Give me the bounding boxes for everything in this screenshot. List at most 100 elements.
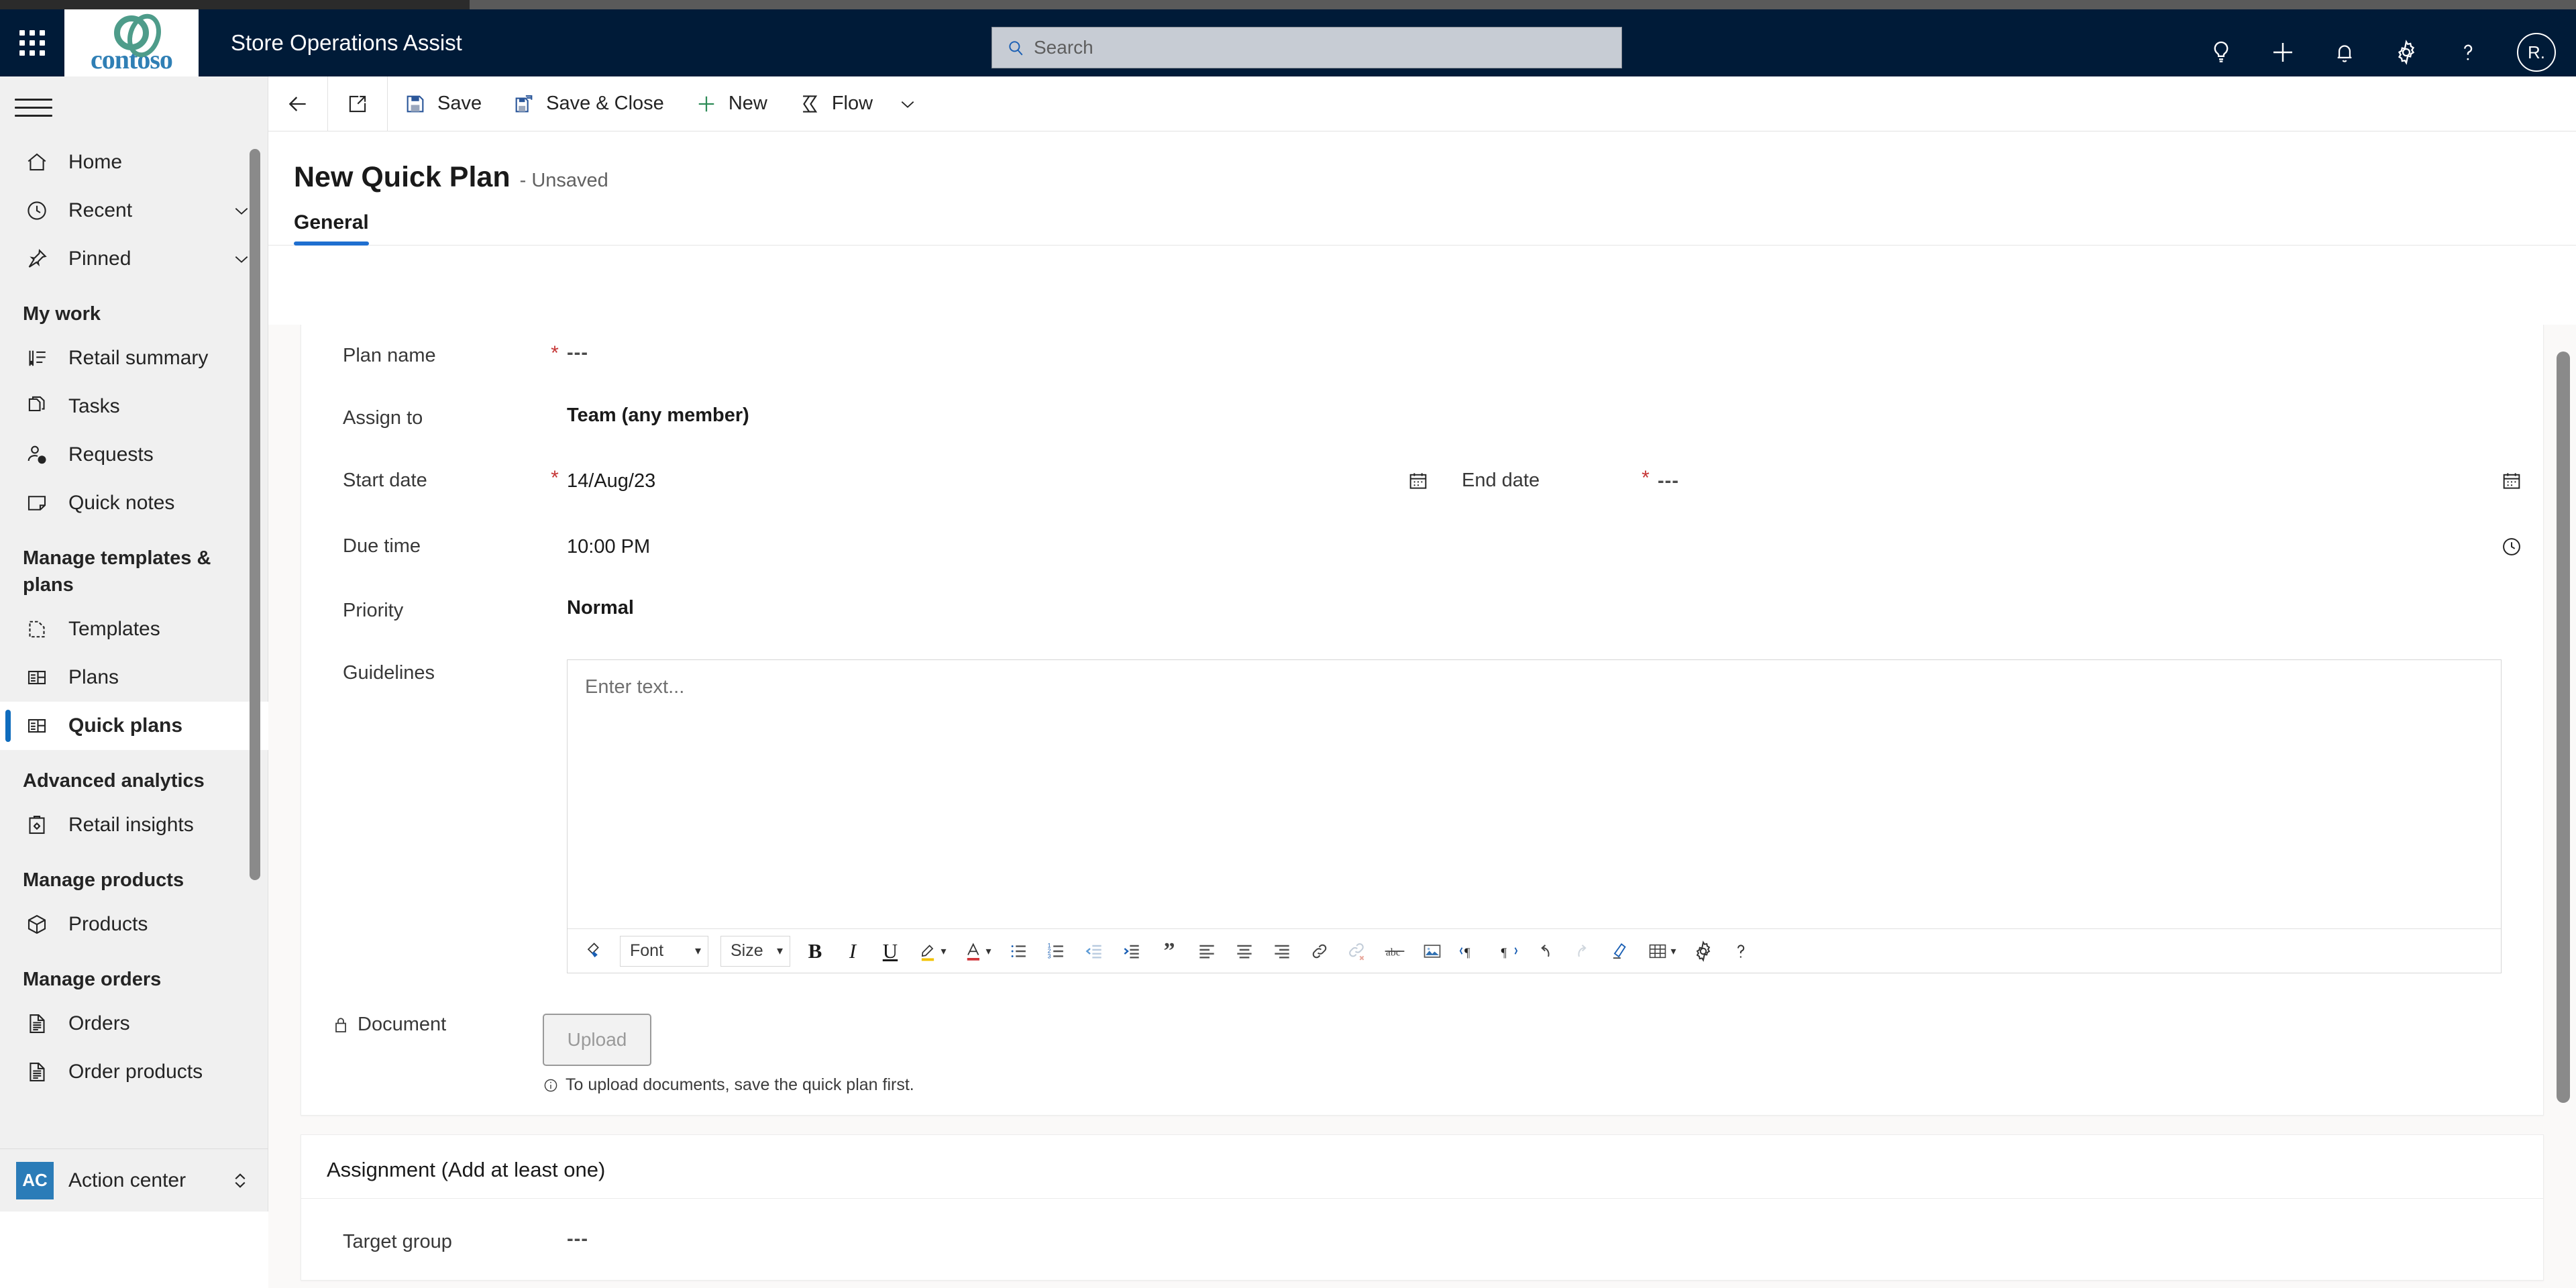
sidebar-item-requests[interactable]: ? Requests [0,431,268,479]
increase-indent-icon[interactable] [1114,933,1150,969]
remove-link-icon[interactable] [1339,933,1375,969]
field-row-document: Document Upload To upload documents, sav… [301,973,2543,1115]
assign-to-field[interactable]: Team (any member) [567,405,2543,427]
sidebar-item-label: Tasks [68,395,120,417]
plan-name-label: Plan name [343,345,436,366]
rtl-direction-icon[interactable]: ¶ [1489,933,1525,969]
quick-create-plus-icon[interactable] [2267,37,2298,68]
sidebar-item-orders[interactable]: Orders [0,1000,268,1048]
sidebar-item-quick-notes[interactable]: Quick notes [0,479,268,527]
underline-icon[interactable]: U [872,933,908,969]
sidebar-item-order-products[interactable]: Order products [0,1048,268,1096]
assignment-section-title: Assignment (Add at least one) [301,1135,2543,1199]
sidebar-item-plans[interactable]: Plans [0,653,268,702]
redo-icon[interactable] [1564,933,1601,969]
sidebar-item-quick-plans[interactable]: Quick plans [0,702,268,750]
person-question-icon: ? [23,441,51,469]
app-header: contoso Store Operations Assist Search R… [0,9,2576,76]
bold-icon[interactable]: B [797,933,833,969]
ltr-direction-icon[interactable]: ¶ [1452,933,1488,969]
decrease-indent-icon[interactable] [1076,933,1112,969]
form-scrollbar-thumb[interactable] [2557,352,2570,1103]
editor-help-icon[interactable] [1723,933,1759,969]
highlight-color-icon[interactable]: ▾ [910,933,954,969]
sidebar-item-home[interactable]: Home [0,138,268,186]
align-center-icon[interactable] [1226,933,1263,969]
new-button[interactable]: New [679,76,782,131]
bulleted-list-icon[interactable] [1001,933,1037,969]
app-launcher-button[interactable] [0,9,64,76]
undo-icon[interactable] [1527,933,1563,969]
save-and-close-button[interactable]: Save & Close [496,76,679,131]
end-date-field[interactable]: --- [1658,467,2543,495]
font-size-value: Size [731,941,763,960]
calendar-icon[interactable] [1404,467,1432,495]
contoso-logo[interactable]: contoso [64,9,199,76]
calendar-icon[interactable] [2498,467,2526,495]
page-title: New Quick Plan [294,161,511,193]
back-button[interactable] [268,76,327,131]
save-button[interactable]: Save [388,76,496,131]
upload-button[interactable]: Upload [543,1014,651,1066]
format-painter-icon[interactable] [577,933,613,969]
font-color-icon[interactable]: ▾ [955,933,1000,969]
chevron-down-icon: ▾ [694,944,701,957]
due-time-field[interactable]: 10:00 PM [567,533,2543,561]
guidelines-editor: Enter text... Font ▾ Size ▾ B I U ▾ ▾ 1 … [567,659,2502,973]
sidebar-item-templates[interactable]: Templates [0,605,268,653]
sidebar-item-tasks[interactable]: Tasks [0,382,268,431]
align-left-icon[interactable] [1189,933,1225,969]
field-row-target-group: Target group --- [301,1199,2543,1280]
clear-format-icon[interactable] [1602,933,1638,969]
priority-value: Normal [567,597,634,619]
strikethrough-icon[interactable]: abc [1377,933,1413,969]
clock-icon[interactable] [2498,533,2526,561]
help-question-icon[interactable] [2453,37,2483,68]
sidebar-item-label: Products [68,913,148,935]
sidebar-item-retail-insights[interactable]: Retail insights [0,801,268,849]
sidebar-item-products[interactable]: Products [0,900,268,949]
insights-lightbulb-icon[interactable] [2206,37,2237,68]
nav-collapse-button[interactable] [0,76,268,138]
form-scrollbar-track[interactable] [2551,325,2576,1288]
svg-text:abc: abc [1386,947,1401,958]
align-right-icon[interactable] [1264,933,1300,969]
numbered-list-icon[interactable]: 1 2 3 [1038,933,1075,969]
note-icon [23,489,51,517]
sidebar-item-recent[interactable]: Recent [0,186,268,235]
grid-panel-icon [23,712,51,740]
open-in-new-window-button[interactable] [328,76,387,131]
editor-settings-icon[interactable] [1685,933,1721,969]
sidebar-area-switcher[interactable]: AC Action center [0,1148,268,1212]
contoso-ring-icon [114,15,149,50]
settings-gear-icon[interactable] [2391,37,2422,68]
insert-image-icon[interactable] [1414,933,1450,969]
plan-name-field[interactable]: --- [567,342,2543,364]
insert-table-icon[interactable]: ▾ [1640,933,1684,969]
font-size-select[interactable]: Size ▾ [720,935,790,967]
sidebar-item-retail-summary[interactable]: Retail summary [0,334,268,382]
guidelines-input[interactable]: Enter text... [568,660,2501,928]
command-bar: Save Save & Close New Flow [268,76,2576,131]
form-scroll-region: Plan name * --- Assign to Team (any memb… [268,325,2576,1288]
notifications-bell-icon[interactable] [2329,37,2360,68]
priority-field[interactable]: Normal [567,597,2543,619]
insert-link-icon[interactable] [1301,933,1338,969]
sidebar-item-label: Requests [68,443,154,466]
blockquote-icon[interactable]: ” [1151,933,1187,969]
command-overflow-chevron-icon[interactable] [888,76,928,131]
user-avatar[interactable]: R. [2517,33,2556,72]
target-group-field[interactable]: --- [567,1228,2543,1250]
field-row-due-time: Due time 10:00 PM [301,495,2543,561]
sidebar-item-pinned[interactable]: Pinned [0,235,268,283]
font-family-select[interactable]: Font ▾ [620,935,708,967]
tab-general[interactable]: General [294,211,369,246]
sidebar-scrollbar[interactable] [250,149,260,880]
italic-icon[interactable]: I [835,933,871,969]
global-search[interactable]: Search [991,27,1622,68]
start-date-field[interactable]: 14/Aug/23 [567,467,1432,495]
sidebar-item-label: Plans [68,666,119,688]
save-icon [402,91,428,117]
field-row-guidelines: Guidelines Enter text... Font ▾ Size ▾ B… [301,622,2543,973]
flow-button[interactable]: Flow [782,76,888,131]
